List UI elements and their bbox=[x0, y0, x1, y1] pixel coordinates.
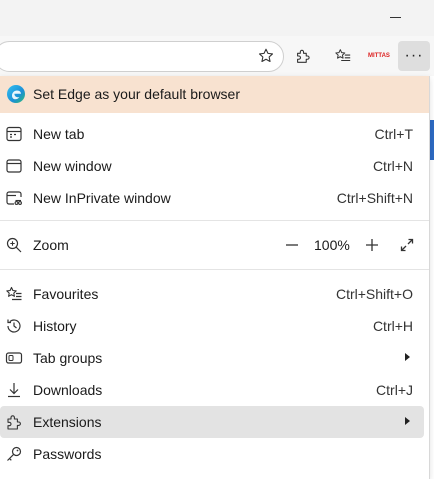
history-icon bbox=[5, 317, 23, 335]
menu-item-favourites[interactable]: Favourites Ctrl+Shift+O bbox=[0, 278, 429, 310]
favorites-bar-icon[interactable] bbox=[331, 44, 355, 68]
title-bar bbox=[0, 0, 434, 36]
default-browser-banner[interactable]: Set Edge as your default browser bbox=[0, 76, 429, 113]
menu-item-passwords[interactable]: Passwords bbox=[0, 438, 429, 470]
address-bar[interactable] bbox=[0, 41, 284, 72]
zoom-icon bbox=[5, 236, 23, 254]
menu-item-label: Tab groups bbox=[33, 350, 103, 366]
menu-divider bbox=[0, 269, 429, 270]
new-tab-icon bbox=[5, 125, 23, 143]
menu-item-label: New window bbox=[33, 158, 112, 174]
menu-item-label: New tab bbox=[33, 126, 85, 142]
submenu-arrow-icon bbox=[405, 417, 410, 425]
menu-item-extensions[interactable]: Extensions bbox=[0, 406, 424, 438]
shortcut-text: Ctrl+Shift+N bbox=[336, 190, 413, 206]
menu-item-label: Downloads bbox=[33, 382, 103, 398]
tab-groups-icon bbox=[5, 349, 23, 367]
menu-item-label: Extensions bbox=[33, 414, 102, 430]
key-icon bbox=[5, 445, 23, 463]
inprivate-window-icon bbox=[5, 189, 23, 207]
menu-item-label: Passwords bbox=[33, 446, 102, 462]
menu-item-tab-groups[interactable]: Tab groups bbox=[0, 342, 429, 374]
menu-item-zoom: Zoom 100% bbox=[0, 229, 429, 261]
menu-item-new-window[interactable]: New window Ctrl+N bbox=[0, 150, 429, 182]
shortcut-text: Ctrl+H bbox=[372, 318, 413, 334]
shortcut-text: Ctrl+J bbox=[376, 382, 413, 398]
menu-item-label: History bbox=[33, 318, 77, 334]
download-icon bbox=[5, 381, 23, 399]
zoom-in-button[interactable] bbox=[361, 234, 383, 256]
banner-text: Set Edge as your default browser bbox=[33, 86, 241, 102]
menu-item-downloads[interactable]: Downloads Ctrl+J bbox=[0, 374, 429, 406]
menu-item-label: Favourites bbox=[33, 286, 99, 302]
favorite-star-icon[interactable] bbox=[254, 44, 278, 68]
page-accent-strip bbox=[430, 120, 434, 160]
zoom-out-button[interactable] bbox=[281, 234, 303, 256]
settings-and-more-button[interactable]: ··· bbox=[398, 41, 430, 71]
profile-badge[interactable]: MITTAS bbox=[366, 51, 392, 61]
favourites-icon bbox=[5, 285, 23, 303]
shortcut-text: Ctrl+Shift+O bbox=[335, 286, 413, 302]
shortcut-text: Ctrl+N bbox=[372, 158, 413, 174]
extensions-puzzle-icon bbox=[5, 413, 23, 431]
edge-logo-icon bbox=[6, 84, 26, 104]
menu-item-history[interactable]: History Ctrl+H bbox=[0, 310, 429, 342]
minimize-button[interactable] bbox=[387, 8, 405, 26]
submenu-arrow-icon bbox=[405, 353, 410, 361]
zoom-level: 100% bbox=[314, 237, 350, 253]
shortcut-text: Ctrl+T bbox=[374, 126, 414, 142]
menu-item-new-inprivate-window[interactable]: New InPrivate window Ctrl+Shift+N bbox=[0, 182, 429, 214]
menu-divider bbox=[0, 220, 429, 221]
menu-item-label: New InPrivate window bbox=[33, 190, 171, 206]
menu-item-label: Zoom bbox=[33, 237, 69, 253]
extensions-puzzle-icon[interactable] bbox=[291, 44, 315, 68]
fullscreen-icon[interactable] bbox=[396, 234, 418, 256]
menu-item-new-tab[interactable]: New tab Ctrl+T bbox=[0, 118, 429, 150]
settings-menu: Set Edge as your default browser New tab… bbox=[0, 76, 430, 479]
new-window-icon bbox=[5, 157, 23, 175]
